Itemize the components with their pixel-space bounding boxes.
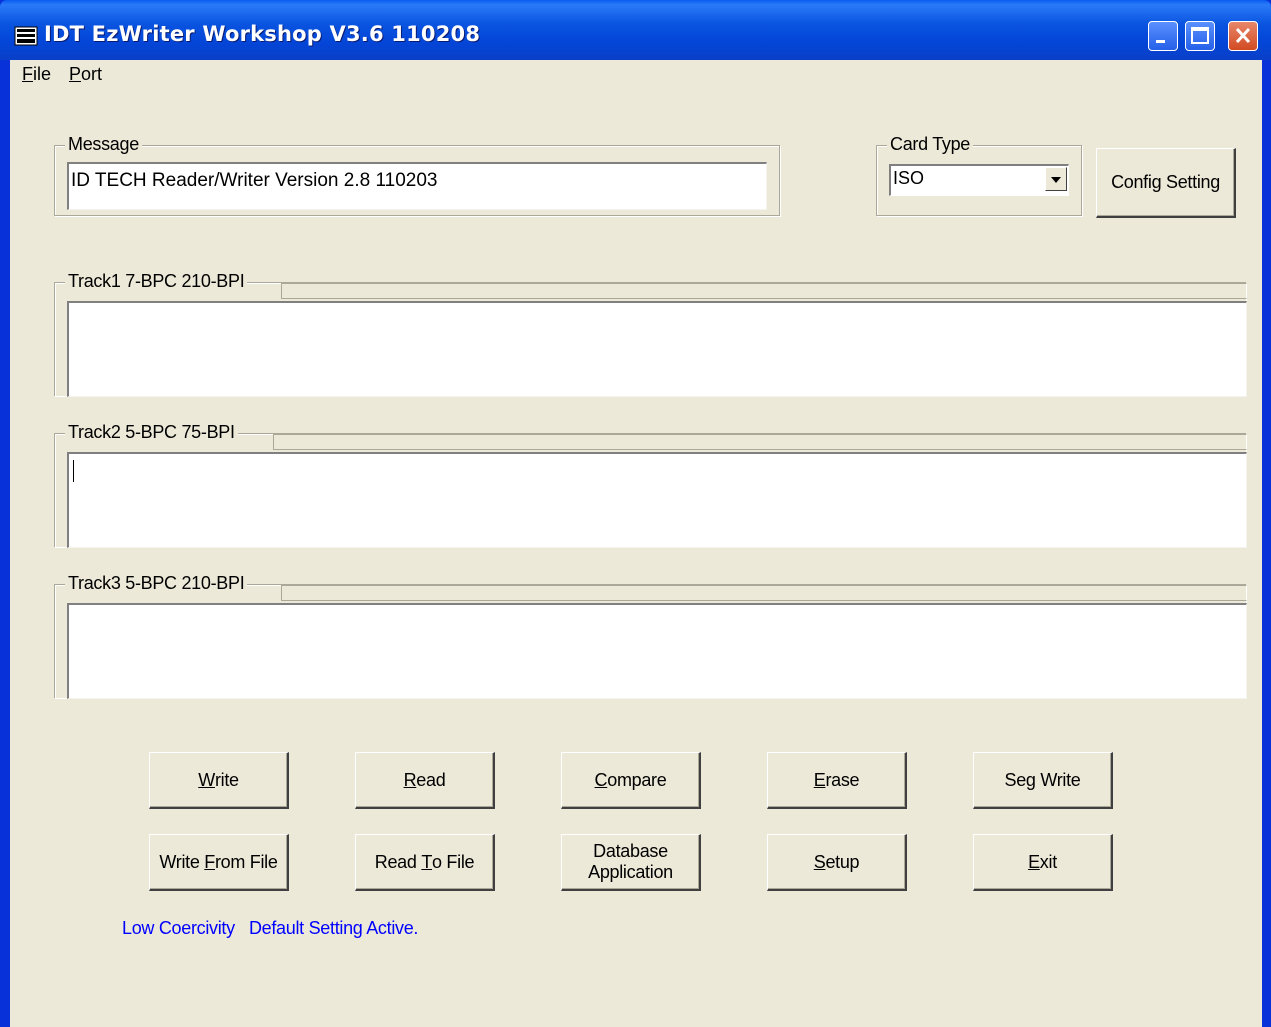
app-icon — [14, 26, 38, 46]
window-title: IDT EzWriter Workshop V3.6 110208 — [44, 22, 481, 46]
application-label: Application — [588, 862, 673, 882]
write-from-file-pre: Write — [159, 851, 205, 872]
write-mnemonic: W — [198, 769, 215, 790]
minimize-icon — [1156, 40, 1165, 43]
compare-button[interactable]: Compare — [561, 752, 701, 809]
exit-label: xit — [1039, 851, 1057, 872]
title-bar[interactable]: IDT EzWriter Workshop V3.6 110208 — [0, 0, 1271, 60]
card-type-group: Card Type ISO — [876, 134, 1082, 216]
chevron-down-icon — [1051, 177, 1061, 183]
write-from-file-label: rom File — [214, 851, 278, 872]
message-label: Message — [65, 134, 142, 155]
menu-file-label: ile — [33, 64, 52, 84]
track1-label: Track1 7-BPC 210-BPI — [65, 271, 248, 292]
erase-label: rase — [825, 769, 860, 790]
message-field[interactable]: ID TECH Reader/Writer Version 2.8 110203 — [67, 162, 767, 210]
text-caret — [73, 460, 74, 482]
track1-group: Track1 7-BPC 210-BPI — [54, 271, 1247, 397]
read-mnemonic: R — [403, 769, 417, 790]
track2-field[interactable] — [67, 452, 1247, 548]
minimize-button[interactable] — [1148, 21, 1178, 51]
app-window: IDT EzWriter Workshop V3.6 110208 File P… — [0, 0, 1271, 1027]
erase-mnemonic: E — [813, 769, 826, 790]
track2-label: Track2 5-BPC 75-BPI — [65, 422, 238, 443]
read-to-file-label: o File — [432, 851, 475, 872]
erase-button[interactable]: Erase — [767, 752, 907, 809]
message-group: Message ID TECH Reader/Writer Version 2.… — [54, 134, 780, 216]
setup-button[interactable]: Setup — [767, 834, 907, 891]
write-from-file-button[interactable]: Write From File — [149, 834, 289, 891]
menu-file-mnemonic: F — [22, 64, 33, 84]
compare-mnemonic: C — [594, 769, 608, 790]
track3-label: Track3 5-BPC 210-BPI — [65, 573, 248, 594]
close-icon — [1235, 27, 1251, 44]
menu-port-label: ort — [81, 64, 103, 84]
track1-strip — [281, 283, 1247, 299]
status-text: Low Coercivity Default Setting Active. — [122, 918, 419, 938]
card-type-value: ISO — [893, 168, 925, 188]
setup-mnemonic: S — [813, 851, 826, 872]
config-setting-button[interactable]: Config Setting — [1096, 148, 1236, 218]
track3-strip — [281, 585, 1247, 601]
client-area: File Port Message ID TECH Reader/Writer … — [10, 60, 1262, 1027]
menu-port-mnemonic: P — [69, 64, 82, 84]
read-to-file-button[interactable]: Read To File — [355, 834, 495, 891]
write-label: rite — [214, 769, 239, 790]
track2-strip — [273, 434, 1247, 450]
exit-mnemonic: E — [1028, 851, 1040, 872]
database-application-button[interactable]: Database Application — [561, 834, 701, 891]
dropdown-button[interactable] — [1045, 167, 1067, 191]
read-to-file-mnemonic: T — [421, 851, 433, 872]
read-label: ead — [416, 769, 446, 790]
track1-field[interactable] — [67, 301, 1247, 397]
exit-button[interactable]: Exit — [973, 834, 1113, 891]
menu-bar: File Port — [10, 60, 1262, 90]
read-to-file-pre: Read — [374, 851, 422, 872]
maximize-icon — [1191, 27, 1209, 44]
maximize-button[interactable] — [1185, 21, 1215, 51]
card-type-select[interactable]: ISO — [889, 164, 1069, 196]
database-label: Database — [593, 841, 668, 861]
write-from-file-mnemonic: F — [204, 851, 215, 872]
seg-write-button[interactable]: Seg Write — [973, 752, 1113, 809]
menu-port[interactable]: Port — [69, 64, 102, 85]
write-button[interactable]: Write — [149, 752, 289, 809]
track3-field[interactable] — [67, 603, 1247, 699]
card-type-label: Card Type — [887, 134, 974, 155]
setup-label: etup — [825, 851, 860, 872]
track2-group: Track2 5-BPC 75-BPI — [54, 422, 1247, 548]
read-button[interactable]: Read — [355, 752, 495, 809]
track3-group: Track3 5-BPC 210-BPI — [54, 573, 1247, 699]
compare-label: ompare — [607, 769, 667, 790]
menu-file[interactable]: File — [22, 64, 51, 85]
close-button[interactable] — [1228, 21, 1258, 51]
